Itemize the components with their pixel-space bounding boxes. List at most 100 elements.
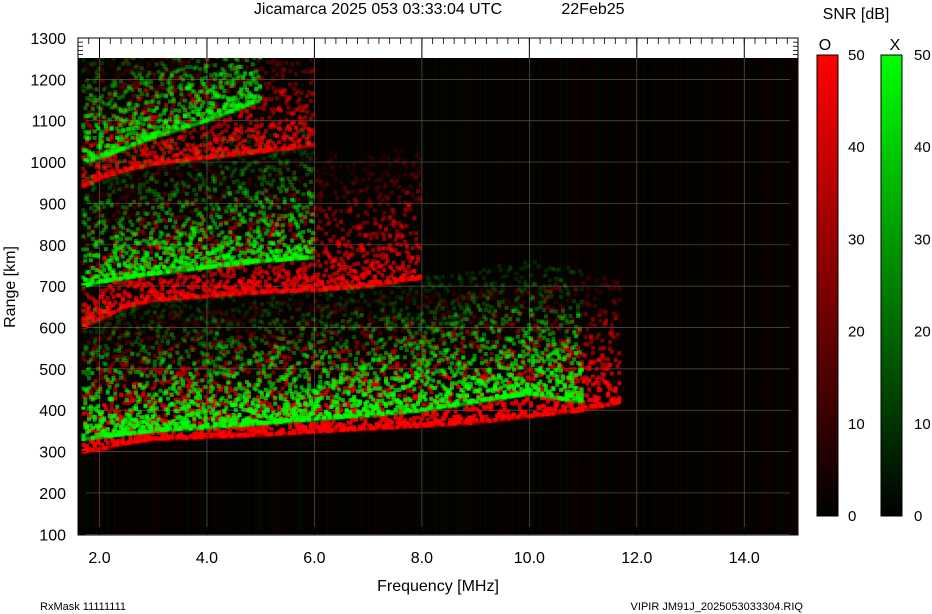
trace-pixel-O — [280, 262, 285, 267]
noise-stripe — [449, 58, 451, 535]
trace-pixel-O — [188, 274, 193, 279]
trace-pixel-O — [536, 343, 541, 348]
trace-pixel-O — [412, 415, 417, 420]
noise-stripe — [779, 58, 781, 535]
trace-pixel-O — [207, 237, 212, 242]
trace-pixel-O — [235, 364, 240, 368]
trace-pixel-O — [337, 249, 342, 254]
trace-pixel-O — [591, 345, 595, 350]
trace-pixel-O — [397, 185, 402, 190]
trace-pixel-O — [286, 319, 291, 324]
trace-pixel-O — [372, 208, 377, 213]
trace-pixel-O — [466, 407, 471, 412]
trace-pixel-O — [395, 179, 400, 183]
noise-stripe — [656, 58, 658, 535]
noise-stripe — [662, 58, 664, 535]
trace-pixel-O — [598, 308, 603, 313]
trace-pixel-O — [376, 270, 381, 275]
trace-pixel-O — [592, 359, 597, 364]
trace-pixel-O — [124, 326, 129, 331]
trace-pixel-O — [598, 346, 603, 351]
trace-pixel-O — [418, 182, 422, 187]
trace-pixel-O — [596, 332, 601, 337]
trace-pixel-O — [489, 402, 494, 407]
trace-pixel-O — [611, 280, 616, 285]
noise-stripe — [659, 58, 661, 535]
trace-pixel-O — [147, 103, 152, 108]
trace-pixel-O — [361, 253, 366, 258]
noise-stripe — [692, 58, 694, 535]
trace-pixel-O — [416, 151, 421, 156]
trace-pixel-O — [525, 397, 530, 402]
trace-pixel-O — [384, 255, 389, 260]
trace-pixel-O — [346, 232, 351, 237]
trace-pixel-O — [365, 185, 370, 190]
trace-pixel-O — [594, 366, 599, 371]
trace-pixel-O — [344, 357, 349, 362]
trace-pixel-O — [344, 250, 349, 255]
trace-pixel-O — [382, 216, 387, 221]
trace-pixel-O — [386, 172, 390, 177]
trace-pixel-O — [376, 382, 381, 387]
date-label: 22Feb25 — [561, 1, 624, 18]
trace-pixel-O — [403, 172, 407, 177]
trace-pixel-O — [534, 295, 539, 300]
trace-pixel-O — [216, 173, 221, 178]
trace-pixel-O — [365, 202, 370, 207]
trace-pixel-O — [211, 242, 216, 247]
noise-stripe — [353, 58, 355, 535]
trace-pixel-O — [566, 298, 571, 303]
trace-pixel-O — [594, 288, 599, 292]
trace-pixel-O — [495, 401, 500, 406]
trace-pixel-O — [365, 212, 370, 217]
trace-pixel-O — [164, 191, 169, 196]
trace-pixel-O — [130, 390, 135, 395]
noise-stripe — [650, 58, 652, 535]
trace-pixel-O — [463, 373, 468, 378]
trace-pixel-O — [235, 219, 240, 224]
trace-pixel-O — [598, 358, 603, 363]
trace-pixel-O — [600, 283, 605, 287]
trace-pixel-O — [305, 346, 310, 351]
noise-stripe — [734, 58, 736, 535]
trace-pixel-O — [455, 299, 460, 304]
trace-pixel-O — [182, 372, 187, 377]
trace-pixel-O — [529, 403, 533, 408]
trace-pixel-O — [485, 322, 490, 327]
trace-pixel-O — [363, 233, 368, 238]
trace-pixel-O — [382, 312, 387, 317]
trace-pixel-O — [331, 272, 336, 277]
trace-pixel-O — [130, 179, 135, 184]
trace-pixel-O — [354, 179, 359, 184]
noise-stripe — [356, 58, 358, 535]
trace-pixel-O — [173, 88, 178, 93]
trace-pixel-O — [203, 394, 208, 399]
trace-pixel-O — [617, 395, 622, 400]
trace-pixel-O — [600, 362, 605, 367]
trace-pixel-O — [173, 74, 178, 79]
trace-pixel-O — [295, 197, 300, 202]
trace-pixel-O — [410, 193, 415, 198]
trace-pixel-O — [352, 371, 357, 376]
trace-pixel-O — [151, 116, 155, 121]
trace-pixel-O — [570, 281, 575, 286]
trace-pixel-O — [408, 231, 413, 236]
trace-pixel-O — [615, 332, 620, 337]
trace-pixel-O — [122, 81, 127, 86]
trace-pixel-O — [508, 380, 513, 385]
trace-pixel-O — [145, 31, 149, 35]
trace-pixel-O — [408, 184, 413, 189]
trace-pixel-O — [260, 274, 264, 279]
trace-pixel-O — [308, 323, 313, 328]
trace-pixel-O — [587, 303, 592, 308]
trace-pixel-O — [416, 173, 421, 178]
trace-pixel-O — [267, 285, 272, 290]
trace-pixel-O — [231, 317, 236, 322]
trace-pixel-O — [617, 370, 622, 375]
trace-pixel-O — [282, 300, 287, 305]
trace-pixel-O — [175, 153, 180, 157]
noise-stripe — [629, 58, 631, 535]
trace-pixel-O — [241, 196, 246, 201]
trace-pixel-O — [506, 300, 511, 304]
trace-pixel-O — [453, 409, 458, 414]
